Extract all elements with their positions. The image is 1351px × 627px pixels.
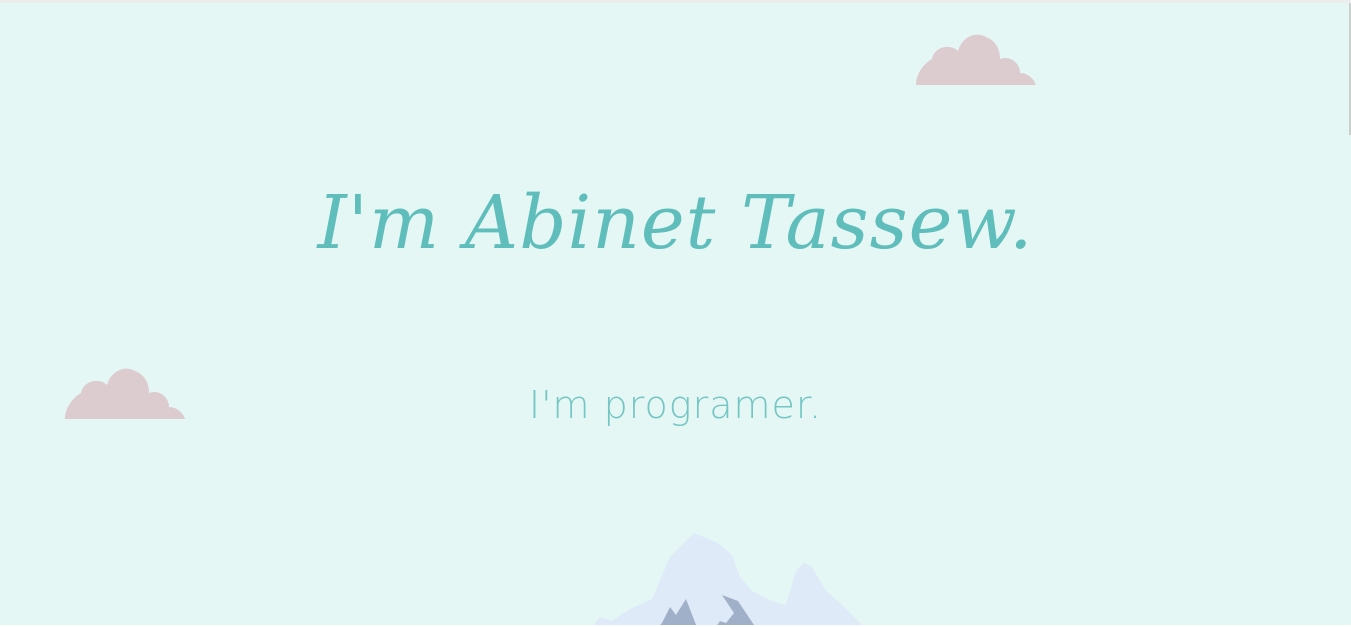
hero-section: I'm Abinet Tassew. I'm programer. [0,0,1351,627]
hero-subtitle: I'm programer. [528,383,823,427]
cloud-icon [916,34,1036,85]
hero-title: I'm Abinet Tassew. [317,180,1034,266]
mountain-icon [592,533,866,627]
